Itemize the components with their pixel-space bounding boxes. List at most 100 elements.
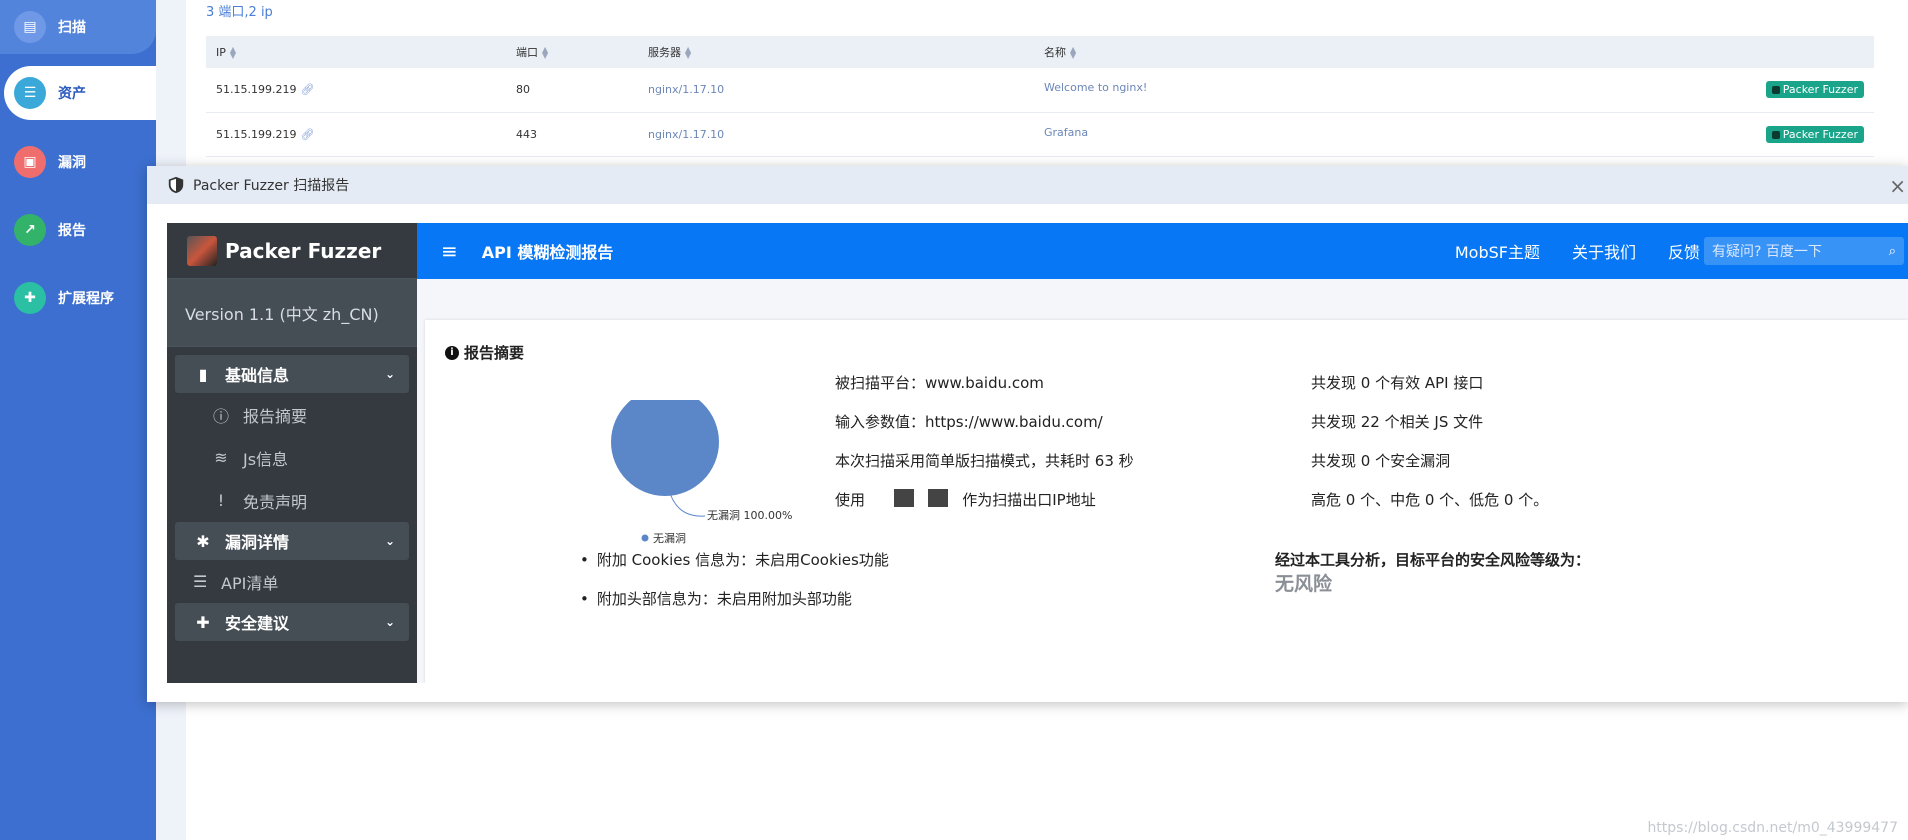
link-icon[interactable]: 🔗︎ — [300, 128, 314, 141]
link-feedback[interactable]: 反馈 — [1668, 239, 1700, 263]
close-icon[interactable]: × — [1889, 174, 1906, 198]
legend-marker[interactable] — [642, 535, 649, 542]
popup-title: Packer Fuzzer 扫描报告 — [193, 175, 349, 195]
vuln-count: 共发现 0 个安全漏洞 — [1311, 450, 1450, 471]
sort-icon[interactable]: ▲▼ — [685, 47, 693, 59]
headers-info: 附加头部信息为：未启用附加头部功能 — [580, 588, 852, 609]
topbar-links: MobSF主题 关于我们 反馈 — [1455, 239, 1700, 263]
sort-icon[interactable]: ▲▼ — [542, 47, 550, 59]
nav-assets[interactable]: ☰ 资产 — [4, 66, 156, 120]
menu-api-list[interactable]: ☰ API清单 — [167, 560, 417, 603]
nav-label: 扫描 — [58, 17, 86, 37]
col-port[interactable]: 端口▲▼ — [506, 36, 638, 68]
report-icon: ↗ — [14, 214, 46, 246]
nav-scan[interactable]: ▤ 扫描 — [0, 0, 156, 54]
risk-label: 经过本工具分析，目标平台的安全风险等级为： — [1275, 549, 1590, 570]
info-icon: i — [445, 346, 459, 360]
exclamation-icon: ! — [211, 491, 231, 510]
redacted-block — [894, 489, 914, 507]
risk-value: 无风险 — [1275, 569, 1332, 596]
brand-logo — [187, 236, 217, 266]
server-cell: nginx/1.17.10 — [638, 112, 1034, 156]
legend-label[interactable]: 无漏洞 — [653, 532, 686, 545]
link-mobsf[interactable]: MobSF主题 — [1455, 239, 1540, 263]
port-cell: 443 — [506, 112, 638, 156]
port-cell: 80 — [506, 68, 638, 112]
menu-vuln-detail[interactable]: ✱ 漏洞详情 ⌄ — [175, 522, 409, 560]
search-input[interactable]: 有疑问? 百度一下 ⌕ — [1704, 237, 1904, 265]
menu-summary[interactable]: ⓘ 报告摘要 — [167, 393, 417, 436]
input-text: 输入参数值：https://www.baidu.com/ — [835, 411, 1103, 432]
app-sidebar: ▤ 扫描 ☰ 资产 ▣ 漏洞 ↗ 报告 ✚ 扩展程序 — [0, 0, 156, 840]
sort-icon[interactable]: ▲▼ — [230, 47, 238, 59]
platform-text: 被扫描平台：www.baidu.com — [835, 372, 1044, 393]
popup-titlebar: Packer Fuzzer 扫描报告 × — [147, 166, 1908, 204]
vuln-icon: ▣ — [14, 146, 46, 178]
pie-data-label: 无漏洞 100.00% — [707, 509, 792, 522]
chevron-down-icon: ⌄ — [385, 367, 395, 381]
nav-label: 报告 — [58, 220, 86, 240]
nav-extension[interactable]: ✚ 扩展程序 — [0, 271, 156, 325]
chevron-down-icon: ⌄ — [385, 615, 395, 629]
extension-icon: ✚ — [14, 282, 46, 314]
fuzzer-tag[interactable]: Packer Fuzzer — [1766, 126, 1864, 143]
ip-cell: 51.15.199.219 — [216, 83, 296, 96]
menu-basic-info[interactable]: ▮ 基础信息 ⌄ — [175, 355, 409, 393]
asset-summary: 3 端口,2 ip — [206, 1, 273, 20]
info-icon: ⓘ — [211, 403, 231, 427]
asset-table: IP▲▼ 端口▲▼ 服务器▲▼ 名称▲▼ 51.15.199.219 🔗︎ 80 … — [206, 36, 1874, 157]
pie-chart: 无漏洞 100.00% 无漏洞 — [585, 400, 845, 570]
nav-vuln[interactable]: ▣ 漏洞 — [0, 135, 156, 189]
database-icon: ≋ — [211, 448, 231, 467]
shield-icon — [167, 176, 185, 194]
report-popup: Packer Fuzzer 扫描报告 × Packer Fuzzer Versi… — [147, 166, 1908, 702]
mode-text: 本次扫描采用简单版扫描模式，共耗时 63 秒 — [835, 450, 1134, 471]
shield-icon — [1772, 86, 1780, 94]
hamburger-icon[interactable]: ≡ — [441, 239, 458, 263]
link-about[interactable]: 关于我们 — [1572, 239, 1636, 263]
nav-label: 扩展程序 — [58, 288, 114, 308]
js-count: 共发现 22 个相关 JS 文件 — [1311, 411, 1483, 432]
menu-advice[interactable]: ✚ 安全建议 ⌄ — [175, 603, 409, 641]
pie-slice[interactable] — [611, 400, 719, 496]
cookies-info: 附加 Cookies 信息为：未启用Cookies功能 — [580, 549, 889, 570]
fuzzer-tag[interactable]: Packer Fuzzer — [1766, 81, 1864, 98]
list-icon: ☰ — [193, 572, 213, 591]
table-row: 51.15.199.219 🔗︎ 80 nginx/1.17.10 Welcome… — [206, 68, 1874, 112]
card-title: i 报告摘要 — [445, 342, 524, 363]
col-name[interactable]: 名称▲▼ — [1034, 36, 1874, 68]
version-label: Version 1.1 (中文 zh_CN) — [167, 279, 417, 347]
name-cell: Welcome to nginx! — [1044, 81, 1147, 94]
nav-label: 资产 — [58, 83, 86, 103]
nav-report[interactable]: ↗ 报告 — [0, 203, 156, 257]
report-frame: Packer Fuzzer Version 1.1 (中文 zh_CN) ▮ 基… — [167, 223, 1908, 683]
summary-card: i 报告摘要 无漏洞 100.00% 无漏洞 被扫描平台：www.baidu.co… — [425, 320, 1908, 683]
report-sidebar: Packer Fuzzer Version 1.1 (中文 zh_CN) ▮ 基… — [167, 223, 417, 683]
nav-label: 漏洞 — [58, 152, 86, 172]
shield-icon — [1772, 131, 1780, 139]
menu-js[interactable]: ≋ Js信息 — [167, 436, 417, 479]
scan-icon: ▤ — [14, 11, 46, 43]
bug-icon: ✱ — [193, 532, 213, 551]
search-icon[interactable]: ⌕ — [1889, 244, 1896, 259]
exit-ip-text: 使用 作为扫描出口IP地址 — [835, 489, 1096, 510]
menu-disclaimer[interactable]: ! 免责声明 — [167, 479, 417, 522]
table-row: 51.15.199.219🔗︎ 443 nginx/1.17.10 Grafan… — [206, 112, 1874, 156]
server-cell: nginx/1.17.10 — [638, 68, 1034, 112]
report-title: API 模糊检测报告 — [482, 239, 614, 263]
folder-icon — [928, 489, 948, 507]
severity-levels: 高危 0 个、中危 0 个、低危 0 个。 — [1311, 489, 1548, 510]
assets-icon: ☰ — [14, 77, 46, 109]
sort-icon[interactable]: ▲▼ — [1070, 47, 1078, 59]
plus-icon: ✚ — [193, 613, 213, 632]
report-topbar: ≡ API 模糊检测报告 MobSF主题 关于我们 反馈 有疑问? 百度一下 ⌕ — [417, 223, 1908, 279]
watermark: https://blog.csdn.net/m0_43999477 — [1647, 820, 1898, 836]
chevron-down-icon: ⌄ — [385, 534, 395, 548]
link-icon[interactable]: 🔗︎ — [300, 83, 314, 96]
col-server[interactable]: 服务器▲▼ — [638, 36, 1034, 68]
brand[interactable]: Packer Fuzzer — [167, 223, 417, 279]
file-icon: ▮ — [193, 365, 213, 384]
col-ip[interactable]: IP▲▼ — [206, 36, 506, 68]
name-cell: Grafana — [1044, 126, 1088, 139]
api-count: 共发现 0 个有效 API 接口 — [1311, 372, 1483, 393]
